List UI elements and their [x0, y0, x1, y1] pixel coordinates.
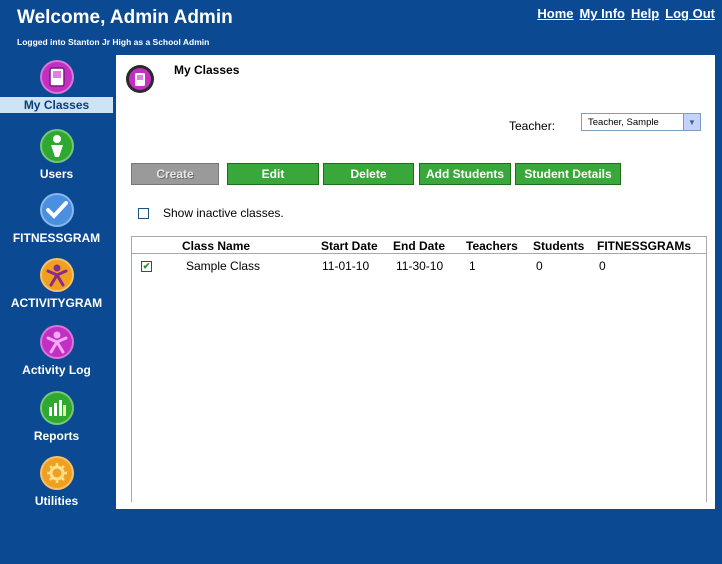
top-links: Home My Info Help Log Out	[537, 6, 715, 21]
column-header-class-name: Class Name	[182, 239, 251, 253]
classes-table: Class Name Start Date End Date Teachers …	[131, 236, 707, 502]
column-header-teachers: Teachers	[466, 239, 518, 253]
sidebar-item-users[interactable]: Users	[0, 129, 113, 182]
footer-band	[0, 510, 722, 564]
teacher-select-value: Teacher, Sample	[588, 116, 659, 128]
add-students-button[interactable]: Add Students	[419, 163, 511, 185]
sidebar-item-my-classes[interactable]: My Classes	[0, 60, 113, 113]
sidebar-item-label: FITNESSGRAM	[12, 231, 101, 245]
cell-fitnessgrams: 0	[599, 259, 606, 273]
my-info-link[interactable]: My Info	[580, 6, 626, 21]
sidebar-item-label: Utilities	[34, 494, 79, 508]
sidebar-item-label: Activity Log	[22, 363, 91, 377]
teacher-select[interactable]: Teacher, Sample ▼	[581, 113, 701, 131]
cell-students: 0	[536, 259, 543, 273]
welcome-title: Welcome, Admin Admin	[17, 7, 233, 28]
sidebar-item-activitygram[interactable]: ACTIVITYGRAM	[0, 258, 113, 311]
my-classes-icon	[39, 60, 74, 94]
table-header: Class Name Start Date End Date Teachers …	[132, 237, 706, 254]
sidebar-item-label: ACTIVITYGRAM	[10, 296, 103, 310]
column-header-start-date: Start Date	[321, 239, 378, 253]
sidebar-item-label: My Classes	[0, 97, 113, 113]
sidebar-item-activity-log[interactable]: Activity Log	[0, 325, 113, 378]
edit-button[interactable]: Edit	[227, 163, 319, 185]
table-row[interactable]: ✔ Sample Class 11-01-10 11-30-10 1 0 0	[132, 255, 706, 275]
show-inactive-label: Show inactive classes.	[163, 206, 284, 220]
cell-start-date: 11-01-10	[322, 259, 370, 273]
sidebar-item-utilities[interactable]: Utilities	[0, 456, 113, 509]
main-panel: My Classes Teacher: Teacher, Sample ▼ Cr…	[116, 55, 715, 509]
reports-icon	[39, 391, 74, 425]
home-link[interactable]: Home	[537, 6, 573, 21]
column-header-fitnessgrams: FITNESSGRAMs	[597, 239, 692, 253]
help-link[interactable]: Help	[631, 6, 659, 21]
cell-end-date: 11-30-10	[396, 259, 444, 273]
sidebar-item-label: Reports	[33, 429, 80, 443]
teacher-label: Teacher:	[509, 119, 556, 133]
row-select-checkbox[interactable]: ✔	[141, 261, 152, 272]
cell-teachers: 1	[469, 259, 476, 273]
chevron-down-icon[interactable]: ▼	[683, 114, 700, 130]
sidebar-item-label: Users	[39, 167, 74, 181]
cell-class-name: Sample Class	[186, 259, 261, 273]
login-status: Logged into Stanton Jr High as a School …	[17, 37, 210, 47]
show-inactive-checkbox[interactable]	[138, 207, 149, 219]
log-out-link[interactable]: Log Out	[665, 6, 715, 21]
column-header-students: Students	[533, 239, 585, 253]
activity-log-icon	[39, 325, 74, 359]
student-details-button[interactable]: Student Details	[515, 163, 621, 185]
activitygram-icon	[39, 258, 74, 292]
page-title: My Classes	[174, 63, 240, 77]
show-inactive-row: Show inactive classes.	[138, 206, 284, 220]
app-window: Welcome, Admin Admin Logged into Stanton…	[0, 0, 722, 564]
users-icon	[39, 129, 74, 163]
utilities-icon	[39, 456, 74, 490]
delete-button[interactable]: Delete	[323, 163, 414, 185]
sidebar-item-reports[interactable]: Reports	[0, 391, 113, 444]
sidebar-item-fitnessgram[interactable]: FITNESSGRAM	[0, 193, 113, 246]
my-classes-icon	[126, 65, 154, 93]
column-header-end-date: End Date	[393, 239, 446, 253]
create-button[interactable]: Create	[131, 163, 219, 185]
fitnessgram-icon	[39, 193, 74, 227]
